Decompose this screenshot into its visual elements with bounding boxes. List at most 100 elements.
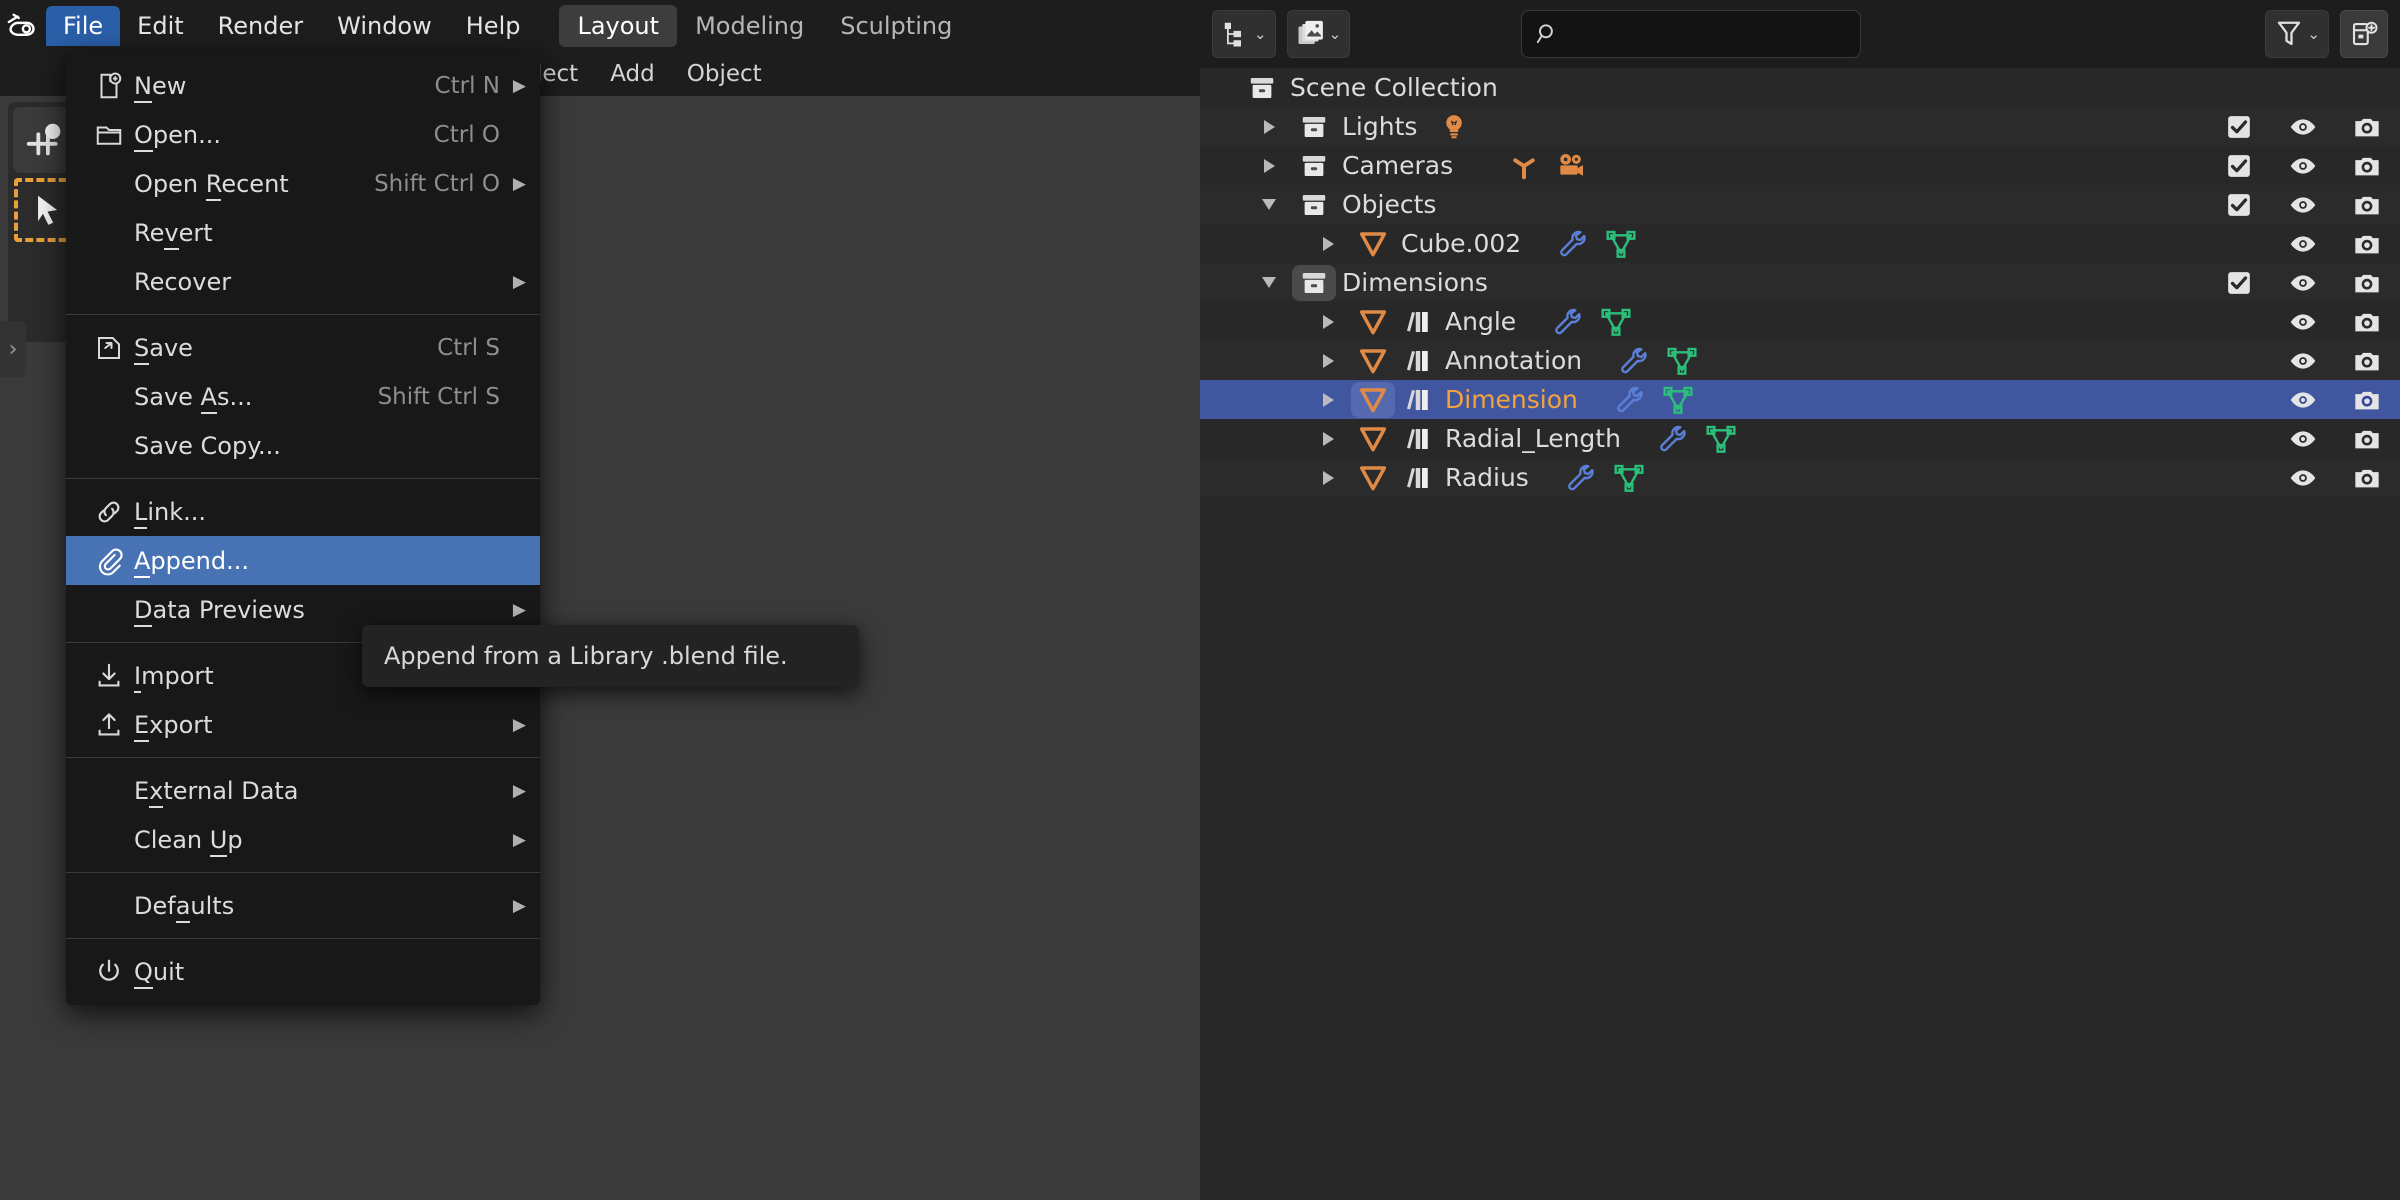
- menu-item-save[interactable]: Save Ctrl S: [66, 323, 540, 372]
- camera-render-visibility-icon[interactable]: [2352, 346, 2382, 376]
- outliner-row-cameras[interactable]: Cameras: [1200, 146, 2400, 185]
- camera-render-visibility-icon[interactable]: [2352, 190, 2382, 220]
- menu-item-append[interactable]: Append...: [66, 536, 540, 585]
- eye-visibility-icon[interactable]: [2288, 307, 2318, 337]
- collection-icon: [1292, 190, 1336, 220]
- viewport-menu-object[interactable]: Object: [671, 56, 778, 92]
- camera-render-visibility-icon[interactable]: [2352, 112, 2382, 142]
- menu-item-open[interactable]: Open... Ctrl O: [66, 110, 540, 159]
- disclosure-triangle-closed-icon[interactable]: [1305, 471, 1351, 485]
- disclosure-triangle-closed-icon[interactable]: [1246, 120, 1292, 134]
- menu-window[interactable]: Window: [320, 6, 449, 46]
- menu-item-recover[interactable]: Recover ▶: [66, 257, 540, 306]
- viewport-sidebar-toggle[interactable]: ›: [0, 321, 26, 377]
- menu-item-label: Append...: [134, 547, 478, 575]
- camera-render-visibility-icon[interactable]: [2352, 229, 2382, 259]
- disclosure-triangle-open-icon[interactable]: [1246, 277, 1292, 288]
- workspace-tab-sculpting[interactable]: Sculpting: [822, 5, 970, 47]
- menu-item-revert[interactable]: Revert: [66, 208, 540, 257]
- blender-window: File Edit Render Window Help Layout Mode…: [0, 0, 2400, 1200]
- menu-item-open-recent[interactable]: Open Recent Shift Ctrl O ▶: [66, 159, 540, 208]
- menu-item-save-copy[interactable]: Save Copy...: [66, 421, 540, 470]
- checkbox-enable-icon[interactable]: [2224, 190, 2254, 220]
- disclosure-triangle-open-icon[interactable]: [1246, 199, 1292, 210]
- eye-visibility-icon[interactable]: [2288, 385, 2318, 415]
- outliner-row-objects[interactable]: Objects: [1200, 185, 2400, 224]
- disclosure-triangle-closed-icon[interactable]: [1305, 237, 1351, 251]
- checkbox-enable-icon[interactable]: [2224, 112, 2254, 142]
- outliner-row-angle[interactable]: Angle: [1200, 302, 2400, 341]
- row-restriction-toggles: [2224, 107, 2382, 146]
- eye-visibility-icon[interactable]: [2288, 463, 2318, 493]
- empty-axes-icon: [1509, 151, 1539, 181]
- eye-visibility-icon[interactable]: [2288, 151, 2318, 181]
- checkbox-enable-icon[interactable]: [2224, 151, 2254, 181]
- menu-item-quit[interactable]: Quit: [66, 947, 540, 996]
- camera-render-visibility-icon[interactable]: [2352, 307, 2382, 337]
- outliner-row-radius[interactable]: Radius: [1200, 458, 2400, 497]
- disclosure-triangle-closed-icon[interactable]: [1305, 354, 1351, 368]
- menu-item-label: Recover: [134, 268, 478, 296]
- menu-item-save-as[interactable]: Save As... Shift Ctrl S: [66, 372, 540, 421]
- file-menu-dropdown: New Ctrl N ▶ Open... Ctrl O Open Recent …: [66, 52, 540, 1005]
- outliner-new-collection-button[interactable]: [2340, 10, 2388, 58]
- collection-icon: [1292, 112, 1336, 142]
- eye-visibility-icon[interactable]: [2288, 190, 2318, 220]
- outliner-row-annotation[interactable]: Annotation: [1200, 341, 2400, 380]
- camera-render-visibility-icon[interactable]: [2352, 424, 2382, 454]
- row-extra-icons: [1417, 112, 1469, 142]
- menu-item-label: Export: [134, 711, 478, 739]
- menu-item-defaults[interactable]: Defaults ▶: [66, 881, 540, 930]
- workspace-tab-modeling[interactable]: Modeling: [677, 5, 822, 47]
- chevron-down-icon: ⌄: [2307, 27, 2320, 42]
- outliner-row-cube-002[interactable]: Cube.002: [1200, 224, 2400, 263]
- outliner-filter-id-button[interactable]: ⌄: [1287, 10, 1351, 58]
- outliner-row-radial-length[interactable]: Radial_Length: [1200, 419, 2400, 458]
- disclosure-triangle-closed-icon[interactable]: [1246, 159, 1292, 173]
- disclosure-triangle-closed-icon[interactable]: [1305, 393, 1351, 407]
- submenu-arrow-icon: ▶: [500, 896, 526, 916]
- menu-item-link[interactable]: Link...: [66, 487, 540, 536]
- outliner-row-dimensions[interactable]: Dimensions: [1200, 263, 2400, 302]
- menu-separator: [66, 872, 540, 873]
- outliner-display-mode-button[interactable]: ⌄: [1212, 10, 1276, 58]
- camera-render-visibility-icon[interactable]: [2352, 268, 2382, 298]
- outliner-row-lights[interactable]: Lights: [1200, 107, 2400, 146]
- row-restriction-toggles: [2224, 302, 2382, 341]
- viewport-menu-add[interactable]: Add: [594, 56, 671, 92]
- menu-render[interactable]: Render: [201, 6, 320, 46]
- row-extra-icons: [1621, 423, 1737, 455]
- modifier-wrench-icon: [1565, 462, 1597, 494]
- blender-logo-icon[interactable]: [0, 0, 46, 52]
- outliner-row-scene-collection[interactable]: Scene Collection: [1200, 68, 2400, 107]
- outliner-tree: Scene Collection Lights: [1200, 68, 2400, 1200]
- export-icon: [84, 710, 134, 740]
- menu-item-external-data[interactable]: External Data ▶: [66, 766, 540, 815]
- checkbox-enable-icon[interactable]: [2224, 268, 2254, 298]
- camera-render-visibility-icon[interactable]: [2352, 385, 2382, 415]
- eye-visibility-icon[interactable]: [2288, 346, 2318, 376]
- mesh-data-icon: [1662, 384, 1694, 416]
- eye-visibility-icon[interactable]: [2288, 424, 2318, 454]
- disclosure-triangle-closed-icon[interactable]: [1305, 432, 1351, 446]
- menu-edit[interactable]: Edit: [120, 6, 200, 46]
- workspace-tab-layout[interactable]: Layout: [559, 5, 677, 47]
- row-label: Cube.002: [1395, 229, 1521, 258]
- submenu-arrow-icon: ▶: [500, 781, 526, 801]
- outliner-filter-button[interactable]: ⌄: [2265, 10, 2329, 58]
- eye-visibility-icon[interactable]: [2288, 229, 2318, 259]
- outliner-row-dimension[interactable]: Dimension: [1200, 380, 2400, 419]
- disclosure-triangle-closed-icon[interactable]: [1305, 315, 1351, 329]
- camera-render-visibility-icon[interactable]: [2352, 151, 2382, 181]
- menu-item-shortcut: Ctrl S: [415, 335, 500, 361]
- menu-help[interactable]: Help: [449, 6, 538, 46]
- library-override-icon: [1395, 424, 1439, 454]
- menu-item-new[interactable]: New Ctrl N ▶: [66, 61, 540, 110]
- camera-render-visibility-icon[interactable]: [2352, 463, 2382, 493]
- menu-item-export[interactable]: Export ▶: [66, 700, 540, 749]
- eye-visibility-icon[interactable]: [2288, 268, 2318, 298]
- eye-visibility-icon[interactable]: [2288, 112, 2318, 142]
- menu-file[interactable]: File: [46, 6, 120, 46]
- outliner-search-input[interactable]: [1521, 10, 1861, 58]
- menu-item-clean-up[interactable]: Clean Up ▶: [66, 815, 540, 864]
